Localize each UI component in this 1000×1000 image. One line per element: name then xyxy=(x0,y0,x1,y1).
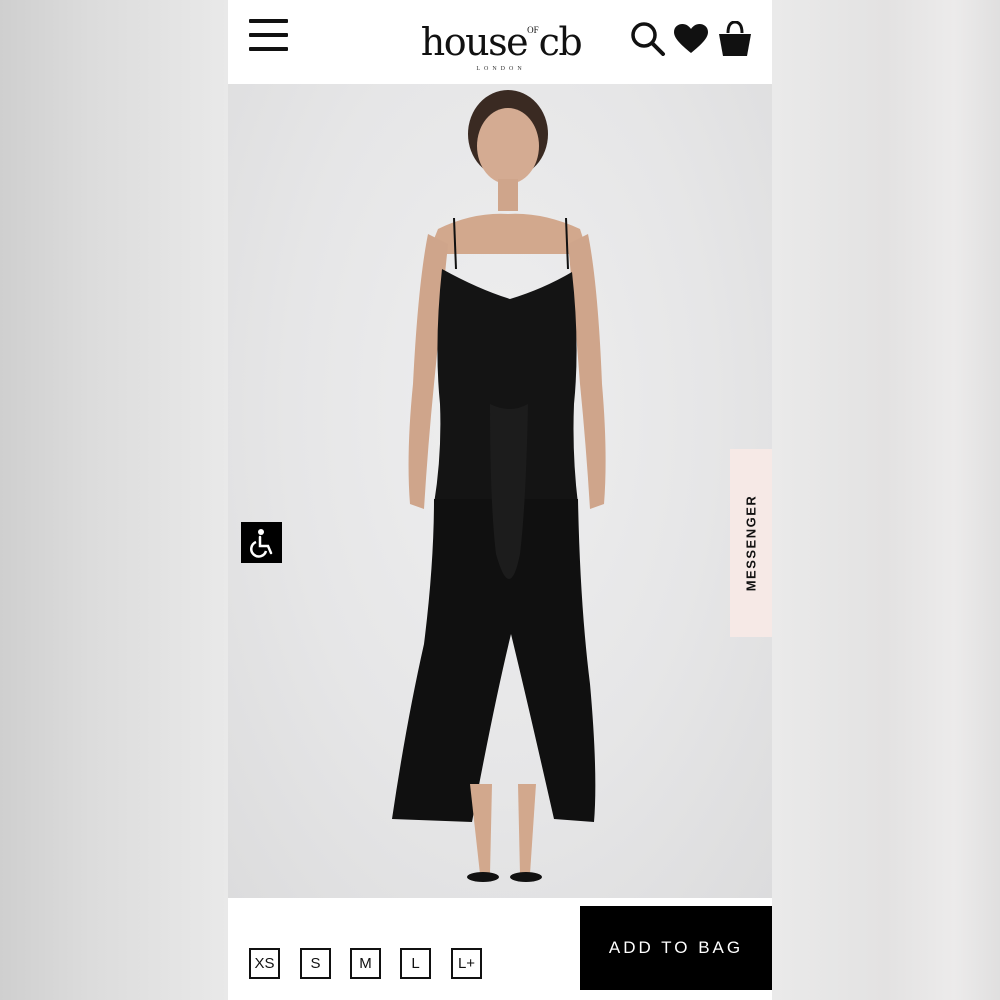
messenger-tab[interactable]: MESSENGER xyxy=(730,449,772,637)
wheelchair-icon xyxy=(250,529,273,558)
background-left xyxy=(0,0,228,1000)
size-option-l[interactable]: L xyxy=(400,948,431,979)
size-option-m[interactable]: M xyxy=(350,948,381,979)
menu-icon[interactable] xyxy=(249,19,289,53)
heart-icon[interactable] xyxy=(674,24,708,54)
brand-logo[interactable]: houseOFcb LONDON xyxy=(406,8,596,72)
messenger-label: MESSENGER xyxy=(743,494,759,592)
purchase-bar: XS S M L L+ ADD TO BAG xyxy=(228,898,772,1000)
product-image[interactable]: MESSENGER xyxy=(228,84,772,898)
logo-subtitle: LONDON xyxy=(476,66,526,72)
size-option-s[interactable]: S xyxy=(300,948,331,979)
size-option-xs[interactable]: XS xyxy=(249,948,280,979)
background-right xyxy=(772,0,1000,1000)
model-in-dress-illustration xyxy=(392,90,606,882)
add-to-bag-button[interactable]: ADD TO BAG xyxy=(580,906,772,990)
search-icon[interactable] xyxy=(630,20,666,56)
mobile-page: houseOFcb LONDON MESSENGER XS S M L L+ A… xyxy=(228,0,772,1000)
site-header: houseOFcb LONDON xyxy=(228,0,772,84)
bag-icon[interactable] xyxy=(718,21,752,57)
logo-wordmark: houseOFcb xyxy=(420,20,583,64)
size-option-l-plus[interactable]: L+ xyxy=(451,948,482,979)
accessibility-button[interactable] xyxy=(241,522,282,563)
